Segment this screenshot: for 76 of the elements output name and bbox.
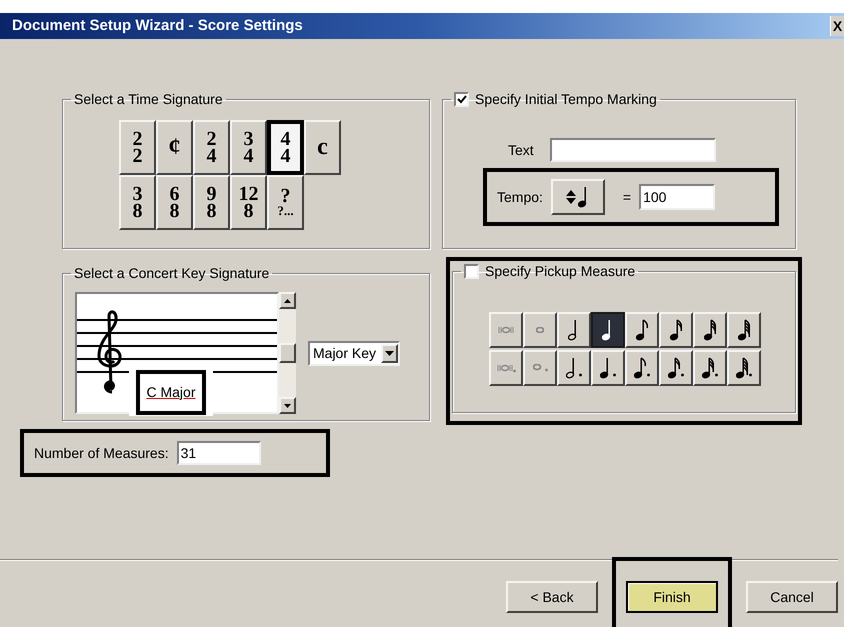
time-signature-denominator: 8 [206,202,216,220]
scrollbar[interactable] [279,292,296,414]
time-signature-numerator: 6 [170,186,180,202]
scroll-thumb[interactable] [279,343,296,363]
time-signature-numerator: 4 [280,130,290,148]
note-icon [636,319,648,341]
checkmark-icon [456,95,466,104]
wizard-button[interactable]: < Back [506,581,598,613]
equals-sign: = [622,188,632,206]
measures-field[interactable]: 31 [176,441,261,465]
time-signature-numerator: 12 [238,186,258,202]
time-signature-button[interactable]: 2 4 [193,120,230,175]
time-signature-denominator: 4 [280,148,290,164]
tempo-label: Tempo: [497,188,543,207]
scroll-up-button[interactable] [279,292,296,309]
note-icon [704,319,716,341]
time-signature-button[interactable]: 12 8 [230,175,267,230]
note-duration-button[interactable] [591,312,625,348]
wizard-button[interactable]: Finish [626,581,718,613]
note-icon [702,357,718,379]
time-signature-numerator: 2 [132,130,142,148]
wizard-button[interactable]: Cancel [746,581,838,613]
time-signature-button[interactable]: 4 4 [267,120,304,175]
note-icon [736,357,752,379]
group-title: Select a Concert Key Signature [74,264,270,283]
text-label: Text [508,140,534,160]
mode-dropdown[interactable]: Major Key [308,340,400,366]
group-title: Select a Time Signature [74,90,223,109]
time-signature-symbol: ¢ [168,137,180,158]
close-button[interactable]: X [830,16,844,36]
scroll-down-button[interactable] [279,397,296,414]
time-signature-button[interactable]: 2 2 [119,120,156,175]
measures-label: Number of Measures: [34,444,169,462]
breve-icon [498,326,514,334]
note-icon [634,357,650,379]
time-signature-numerator: 3 [244,130,254,148]
time-signature-button[interactable]: ¢ [156,120,193,175]
note-icon [738,319,750,341]
time-signature-button[interactable]: ? ?... [267,175,304,230]
tempo-text-field[interactable] [550,138,716,162]
time-signature-button[interactable]: 3 4 [230,120,267,175]
time-signature-numerator: 9 [206,186,216,202]
group-title: Specify Pickup Measure [485,262,636,281]
note-value-spinner[interactable] [550,179,605,215]
time-signature-denominator: 8 [132,202,142,220]
time-signature-button[interactable]: 9 8 [193,175,230,230]
checkbox[interactable] [464,264,479,279]
dropdown-arrow-icon [385,350,394,356]
time-signature-denominator: 4 [244,148,254,164]
time-signature-numerator: ? [280,188,290,206]
checkbox[interactable] [454,92,469,107]
breve-icon [496,364,516,372]
down-arrow-icon [284,404,291,408]
time-signature-button[interactable]: 6 8 [156,175,193,230]
window-title: Document Setup Wizard - Score Settings [12,16,303,36]
time-signature-button[interactable]: c [304,120,341,175]
time-signature-button[interactable]: 3 8 [119,175,156,230]
time-signature-numerator: 2 [206,130,216,148]
time-signature-symbol: c [317,137,328,158]
time-signature-denominator: 8 [244,202,254,220]
up-arrow-icon [284,298,291,302]
note-icon [566,357,582,379]
time-signature-denominator: 2 [132,148,142,164]
time-signature-denominator: ?... [277,205,294,217]
time-signature-numerator: 3 [132,186,142,202]
note-icon [668,357,684,379]
time-signature-denominator: 4 [206,148,216,164]
up-down-arrows-icon [566,189,576,205]
key-name[interactable]: C Major [136,370,206,414]
whole-note-icon [532,364,548,372]
tempo-field[interactable]: 100 [639,184,716,210]
time-signature-denominator: 8 [170,202,180,220]
note-icon [600,357,616,379]
whole-note-icon [536,327,544,333]
group-title: Specify Initial Tempo Marking [475,90,657,109]
note-icon [670,319,682,341]
